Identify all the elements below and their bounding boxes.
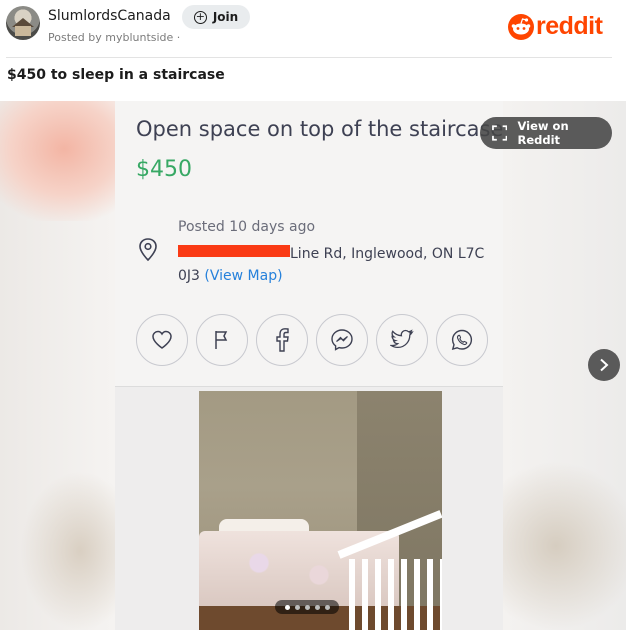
community-name[interactable]: SlumlordsCanada: [48, 8, 171, 24]
avatar-house: [15, 26, 31, 36]
gallery-dot: [304, 604, 310, 610]
join-button[interactable]: + Join: [182, 5, 250, 29]
reddit-logo[interactable]: reddit: [508, 12, 603, 41]
blurred-background: [500, 461, 626, 630]
view-on-reddit-button[interactable]: View on Reddit: [480, 117, 612, 149]
listing-info: Posted 10 days ago Line Rd, Inglewood, O…: [115, 201, 503, 301]
bedroom-photo: [199, 391, 442, 630]
listing-title: Open space on top of the staircase: [136, 117, 503, 141]
listing-photo-carousel: [115, 386, 503, 630]
join-label: Join: [212, 10, 239, 24]
gallery-dots: [275, 600, 339, 614]
flag-icon: [196, 314, 248, 366]
gallery-dot: [284, 604, 290, 610]
post-title[interactable]: $450 to sleep in a staircase: [7, 67, 225, 83]
view-map-link: (View Map): [204, 268, 283, 284]
posted-by[interactable]: Posted by mybluntside ·: [48, 31, 180, 44]
plus-icon: +: [193, 9, 207, 24]
gallery-dot: [314, 604, 320, 610]
reddit-wordmark: reddit: [536, 12, 603, 40]
chevron-right-icon: [600, 358, 609, 372]
header-divider: [6, 57, 612, 58]
share-buttons: [136, 314, 488, 366]
facebook-icon: [256, 314, 308, 366]
community-avatar[interactable]: [6, 6, 40, 40]
whatsapp-icon: [436, 314, 488, 366]
listing-screenshot: Open space on top of the staircase $450 …: [115, 101, 503, 630]
twitter-icon: [376, 314, 428, 366]
heart-icon: [136, 314, 188, 366]
view-on-reddit-label: View on Reddit: [517, 119, 569, 147]
photo-balusters: [349, 559, 442, 630]
redaction-bar: [178, 245, 290, 257]
listing-address: Line Rd, Inglewood, ON L7C 0J3 (View Map…: [178, 243, 498, 287]
location-pin-icon: [139, 238, 157, 262]
messenger-icon: [316, 314, 368, 366]
listing-price: $450: [136, 157, 192, 182]
gallery-dot: [324, 604, 330, 610]
next-image-button[interactable]: [588, 349, 620, 381]
expand-icon: [492, 125, 508, 141]
reddit-snoo-icon: [508, 13, 534, 40]
post-media[interactable]: Open space on top of the staircase $450 …: [0, 101, 626, 630]
blurred-background: [0, 101, 120, 221]
listing-posted-date: Posted 10 days ago: [178, 219, 316, 235]
gallery-dot: [294, 604, 300, 610]
